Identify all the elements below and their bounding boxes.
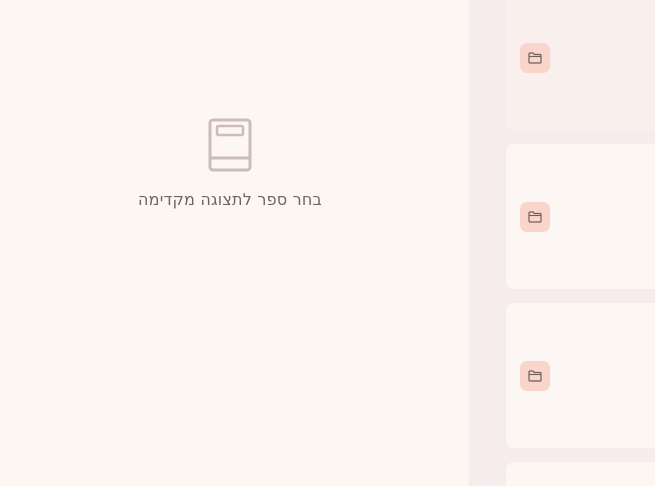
folder-card[interactable] xyxy=(506,0,655,130)
folder-icon xyxy=(528,52,542,64)
preview-pane: בחר ספר לתצוגה מקדימה xyxy=(0,0,469,486)
folder-icon-badge xyxy=(520,43,550,73)
book-icon xyxy=(208,118,252,172)
folder-card[interactable] xyxy=(506,462,655,486)
folder-icon xyxy=(528,370,542,382)
empty-state: בחר ספר לתצוגה מקדימה xyxy=(0,118,460,209)
folder-card[interactable] xyxy=(506,144,655,289)
folder-icon-badge xyxy=(520,202,550,232)
folder-icon-badge xyxy=(520,361,550,391)
folder-icon xyxy=(528,211,542,223)
empty-state-message: בחר ספר לתצוגה מקדימה xyxy=(138,190,322,209)
side-panel xyxy=(469,0,655,486)
folder-card[interactable] xyxy=(506,303,655,448)
